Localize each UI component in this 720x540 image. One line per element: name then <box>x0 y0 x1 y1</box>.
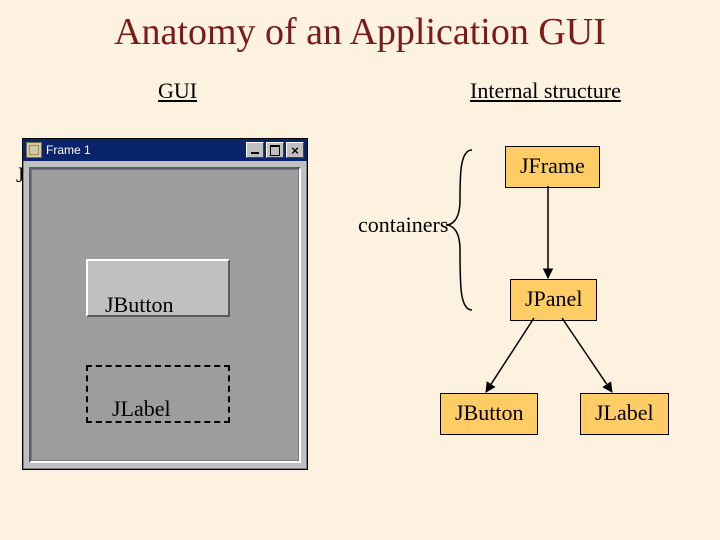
close-button[interactable] <box>286 142 304 158</box>
label-jlabel-overlay: JLabel <box>112 396 171 422</box>
maximize-button[interactable] <box>266 142 284 158</box>
java-cup-icon <box>26 142 42 158</box>
page-title: Anatomy of an Application GUI <box>0 10 720 54</box>
heading-internal-structure: Internal structure <box>470 78 621 104</box>
node-jframe: JFrame <box>505 146 600 188</box>
minimize-button[interactable] <box>246 142 264 158</box>
titlebar: Frame 1 <box>23 139 307 161</box>
label-jbutton-overlay: JButton <box>105 292 173 318</box>
heading-gui: GUI <box>158 78 197 104</box>
window-title-text: Frame 1 <box>46 143 244 157</box>
node-jbutton: JButton <box>440 393 538 435</box>
node-jlabel: JLabel <box>580 393 669 435</box>
label-containers: containers <box>358 212 448 238</box>
node-jpanel: JPanel <box>510 279 597 321</box>
